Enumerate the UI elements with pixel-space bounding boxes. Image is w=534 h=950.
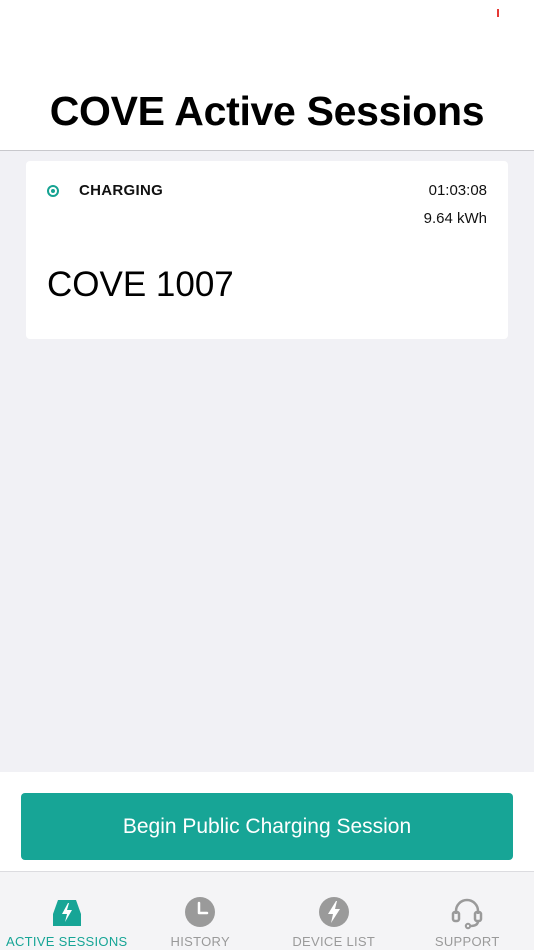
tab-label: HISTORY xyxy=(170,934,230,949)
tab-label: SUPPORT xyxy=(434,934,500,949)
begin-public-charging-button[interactable]: Begin Public Charging Session xyxy=(21,793,513,860)
page-title: COVE Active Sessions xyxy=(49,88,485,134)
session-duration: 01:03:08 xyxy=(428,182,487,199)
tab-device-list[interactable]: DEVICE LIST xyxy=(267,872,401,950)
car-charging-icon xyxy=(52,900,81,926)
session-energy: 9.64 kWh xyxy=(423,210,487,227)
lightning-icon xyxy=(318,897,349,927)
charging-status-icon xyxy=(47,185,59,197)
session-card[interactable]: CHARGING 01:03:08 9.64 kWh COVE 1007 xyxy=(26,161,508,339)
session-status: CHARGING xyxy=(79,182,164,199)
tab-bar: ACTIVE SESSIONS HISTORY DEVICE LIST SUPP… xyxy=(0,871,534,950)
header: COVE Active Sessions xyxy=(0,0,534,151)
action-area: Begin Public Charging Session xyxy=(0,772,534,871)
clock-icon xyxy=(185,897,216,927)
tab-history[interactable]: HISTORY xyxy=(134,872,268,950)
screen: COVE Active Sessions CHARGING 01:03:08 9… xyxy=(0,0,534,950)
tab-active-sessions[interactable]: ACTIVE SESSIONS xyxy=(0,872,134,950)
tab-label: ACTIVE SESSIONS xyxy=(5,934,128,949)
tab-support[interactable]: SUPPORT xyxy=(401,872,534,950)
tab-label: DEVICE LIST xyxy=(292,934,376,949)
session-device-name: COVE 1007 xyxy=(47,265,234,304)
sessions-list[interactable]: CHARGING 01:03:08 9.64 kWh COVE 1007 xyxy=(0,151,534,772)
headset-icon xyxy=(452,898,483,930)
status-indicator xyxy=(497,9,499,17)
